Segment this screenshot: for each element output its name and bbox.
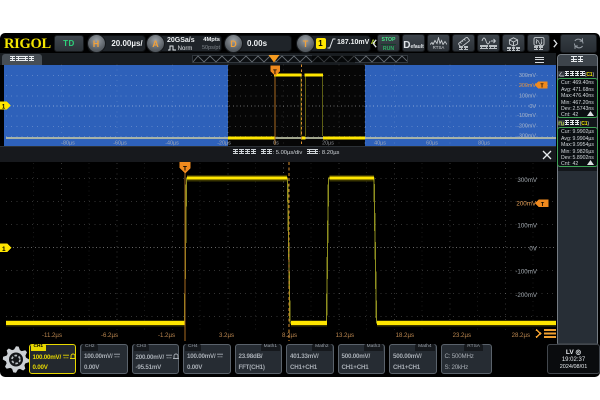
svg-text:60µs: 60µs (426, 141, 438, 147)
svg-text:13.2µs: 13.2µs (336, 332, 354, 339)
svg-text:-200mV: -200mV (517, 123, 536, 129)
svg-text:0s: 0s (273, 141, 279, 147)
svg-text:28.2µs: 28.2µs (512, 332, 530, 339)
svg-text:-60µs: -60µs (113, 141, 127, 147)
svg-text:-100mV: -100mV (517, 113, 536, 119)
svg-text:80µs: 80µs (478, 141, 490, 147)
svg-text:200mV: 200mV (516, 201, 536, 208)
svg-text:-200mV: -200mV (515, 292, 538, 299)
svg-text:0V: 0V (529, 246, 537, 253)
svg-text:-100mV: -100mV (515, 269, 538, 276)
svg-text:0V: 0V (529, 104, 536, 110)
svg-text:-300mV: -300mV (517, 134, 536, 140)
svg-text:18.2µs: 18.2µs (396, 332, 414, 339)
svg-text:3.2µs: 3.2µs (219, 332, 234, 339)
svg-text:8.2µs: 8.2µs (282, 332, 297, 339)
svg-text:-80µs: -80µs (61, 141, 75, 147)
svg-text:1: 1 (2, 246, 6, 253)
svg-text:300mV: 300mV (519, 73, 536, 79)
svg-text:-1.2µs: -1.2µs (158, 332, 175, 339)
svg-text:-20µs: -20µs (217, 141, 231, 147)
svg-text:-6.2µs: -6.2µs (101, 332, 118, 339)
svg-text:T: T (540, 83, 543, 89)
svg-text:100mV: 100mV (519, 93, 536, 99)
svg-text:20µs: 20µs (322, 141, 334, 147)
svg-text:T: T (273, 70, 277, 76)
svg-text:40µs: 40µs (374, 141, 386, 147)
svg-text:T: T (183, 166, 187, 173)
svg-text:200mV: 200mV (519, 83, 536, 89)
svg-text:-11.2µs: -11.2µs (42, 332, 62, 339)
svg-text:100mV: 100mV (517, 223, 537, 230)
svg-text:-40µs: -40µs (165, 141, 179, 147)
svg-text:23.2µs: 23.2µs (453, 332, 471, 339)
svg-text:300mV: 300mV (517, 177, 537, 184)
